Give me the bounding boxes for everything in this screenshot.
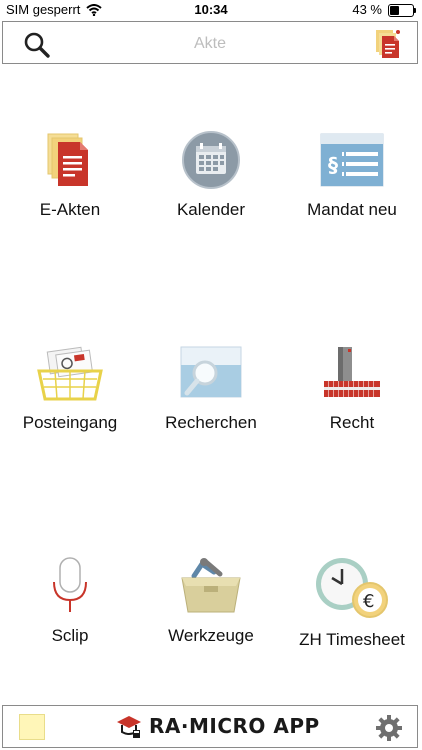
toolbox-icon [181,558,241,613]
mandate-form-icon: § [320,133,384,187]
bottom-toolbar: RA·MICRO APP [2,705,418,748]
tile-recherchen[interactable]: Recherchen [141,343,281,473]
calendar-icon [182,131,240,189]
tile-zh-timesheet[interactable]: € ZH Timesheet [282,556,422,686]
law-books-icon [324,347,380,397]
microphone-icon [53,557,87,612]
tile-sclip[interactable]: Sclip [0,556,140,686]
documents-icon[interactable] [375,29,401,59]
battery-icon [388,3,416,17]
search-icon[interactable] [23,31,51,59]
tile-e-akten[interactable]: E-Akten [0,130,140,260]
tile-label: Kalender [176,200,246,219]
tile-werkzeuge[interactable]: Werkzeuge [141,556,281,686]
search-bar [2,21,418,64]
svg-text:§: § [328,153,338,177]
tile-label: Recht [329,413,375,432]
tile-label: E-Akten [39,200,101,219]
brand-logo: RA·MICRO APP [115,712,320,740]
clock-euro-icon: € [316,558,388,618]
tile-recht[interactable]: Recht [282,343,422,473]
tile-mandat-neu[interactable]: § Mandat neu [282,130,422,260]
inbox-basket-icon [37,346,103,401]
e-akten-icon [47,133,88,186]
tile-label: Recherchen [165,413,257,432]
tile-label: Sclip [51,626,89,645]
file-search-input[interactable] [73,30,347,58]
svg-text:€: € [363,591,374,612]
tile-label: ZH Timesheet [299,630,405,649]
battery-fill [390,5,399,15]
graduation-cap-icon [117,716,141,738]
battery-percent: 43 % [352,2,382,17]
gear-icon[interactable] [375,714,403,742]
tile-label: Werkzeuge [168,626,254,645]
brand-text: RA·MICRO APP [149,714,320,738]
tile-label: Mandat neu [307,200,397,219]
tile-posteingang[interactable]: Posteingang [0,343,140,473]
sticky-note-icon[interactable] [19,714,45,740]
tile-kalender[interactable]: Kalender [141,130,281,260]
tile-label: Posteingang [22,413,118,432]
research-magnifier-icon [180,346,242,398]
status-right: 43 % [352,0,416,20]
status-bar: SIM gesperrt 10:34 43 % [0,0,422,20]
